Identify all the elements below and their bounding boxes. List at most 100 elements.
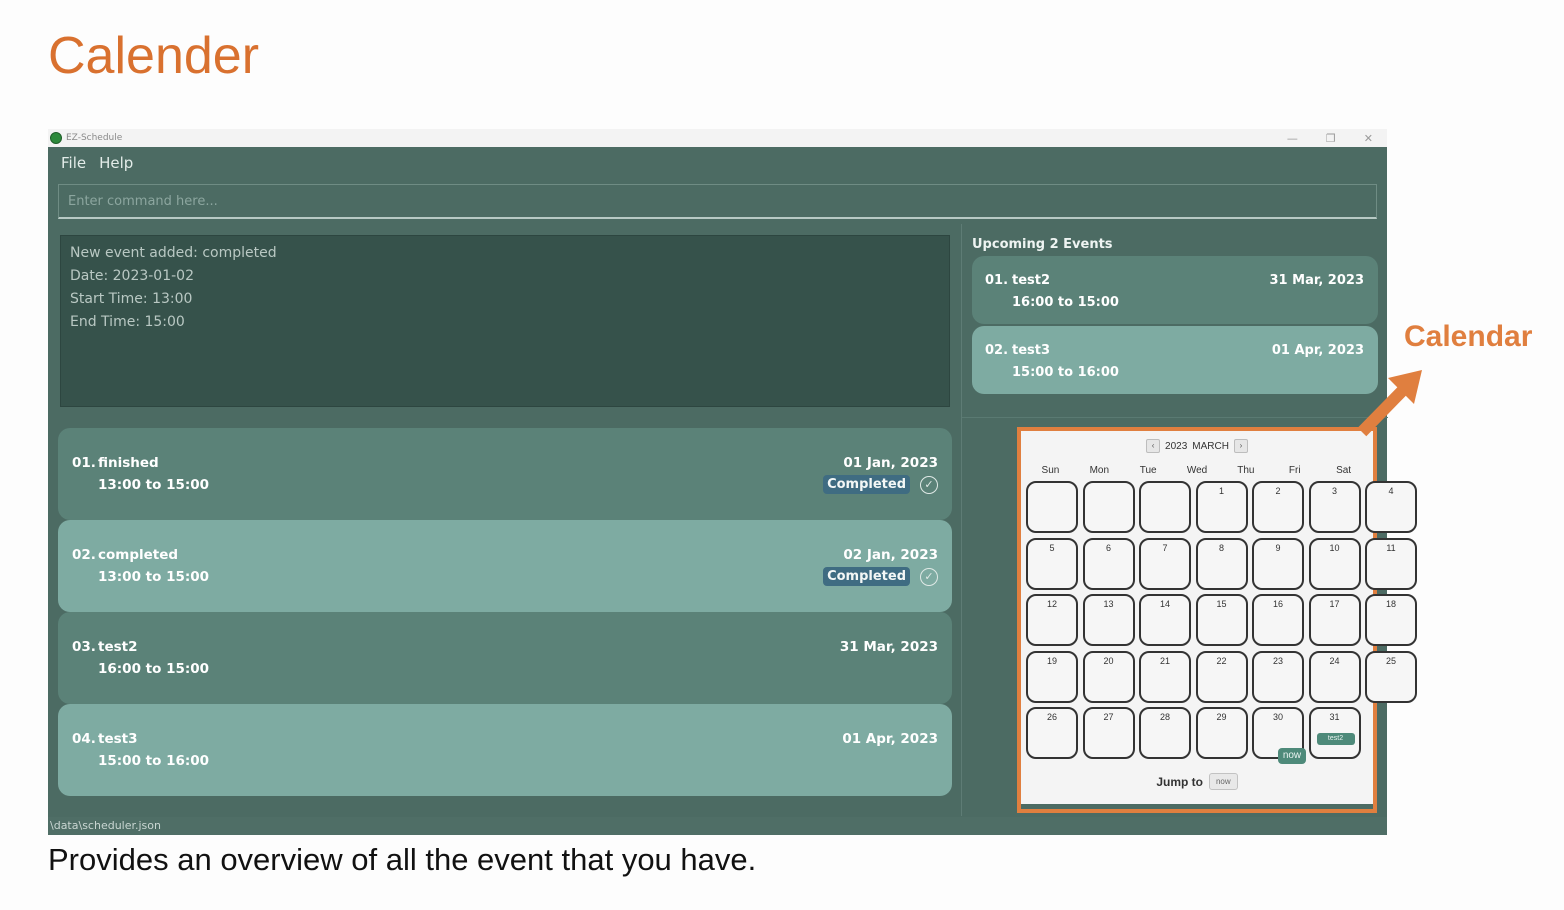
- upcoming-card[interactable]: 01. test2 16:00 to 15:00 31 Mar, 2023: [972, 256, 1378, 324]
- calendar-day-number: 21: [1159, 655, 1170, 666]
- calendar-day-cell[interactable]: 1: [1195, 481, 1248, 533]
- callout-label: Calendar: [1404, 320, 1533, 353]
- calendar-day-cell[interactable]: 14: [1139, 594, 1191, 646]
- calendar-nav: ‹ 2023 MARCH ›: [1021, 439, 1373, 453]
- event-name: finished: [98, 455, 159, 471]
- event-number: 03.: [72, 639, 96, 655]
- calendar-day-cell[interactable]: 5: [1026, 537, 1078, 590]
- upcoming-card[interactable]: 02. test3 15:00 to 16:00 01 Apr, 2023: [972, 326, 1378, 394]
- event-card[interactable]: 03. test2 16:00 to 15:00 31 Mar, 2023: [58, 612, 952, 704]
- event-card[interactable]: 04. test3 15:00 to 16:00 01 Apr, 2023: [58, 704, 952, 796]
- page-title: Calender: [48, 27, 260, 85]
- calendar-day-cell[interactable]: 24: [1308, 650, 1361, 703]
- day-name: Mon: [1089, 465, 1110, 476]
- calendar-month: MARCH: [1192, 440, 1229, 452]
- event-time: 16:00 to 15:00: [98, 661, 210, 677]
- calendar-day-number: 20: [1103, 655, 1114, 666]
- calendar-day-cell[interactable]: 6: [1082, 537, 1135, 590]
- calendar-day-cell[interactable]: 21: [1139, 650, 1191, 703]
- calendar-day-cell[interactable]: 23: [1252, 650, 1304, 703]
- jump-to-row: Jump to now: [1021, 773, 1373, 790]
- calendar-day-cell[interactable]: 28: [1139, 707, 1191, 759]
- next-month-button[interactable]: ›: [1233, 439, 1248, 453]
- calendar-day-number: 22: [1216, 655, 1227, 666]
- upcoming-name: test2: [1012, 273, 1051, 288]
- calendar-day-number: 13: [1103, 599, 1114, 609]
- event-date: 01 Apr, 2023: [842, 731, 938, 747]
- calendar-day-cell[interactable]: 8: [1195, 537, 1248, 590]
- calendar-day-cell[interactable]: 4: [1365, 481, 1417, 533]
- upcoming-title: Upcoming 2 Events: [972, 237, 1113, 252]
- calendar-event-tag[interactable]: test2: [1316, 733, 1355, 745]
- calendar-day-cell[interactable]: 15: [1195, 594, 1248, 646]
- calendar-day-cell[interactable]: 9: [1252, 537, 1304, 590]
- app-logo-icon: [50, 132, 62, 144]
- calendar-day-number: 17: [1329, 599, 1340, 609]
- today-marker: now: [1278, 748, 1306, 764]
- page-caption: Provides an overview of all the event th…: [48, 842, 757, 877]
- completed-badge: Completed: [823, 567, 910, 586]
- calendar-day-number: 10: [1329, 542, 1340, 553]
- event-time: 13:00 to 15:00: [98, 569, 210, 585]
- calendar-day-cell[interactable]: 7: [1139, 537, 1191, 590]
- calendar-day-cell[interactable]: 22: [1195, 650, 1248, 703]
- calendar-day-number: 19: [1046, 655, 1057, 666]
- calendar-day-number: 3: [1331, 486, 1337, 496]
- menu-file[interactable]: File: [61, 154, 86, 172]
- calendar-day-number: 18: [1385, 599, 1396, 609]
- minimize-icon[interactable]: —: [1287, 132, 1298, 145]
- event-card[interactable]: 01. finished 13:00 to 15:00 01 Jan, 2023…: [58, 428, 952, 520]
- result-line: Date: 2023-01-02: [70, 268, 194, 284]
- window-controls: — ❐ ✕: [1287, 129, 1373, 147]
- event-number: 04.: [72, 731, 96, 747]
- calendar-day-number: 30: [1272, 712, 1283, 722]
- event-name: test3: [98, 731, 138, 747]
- calendar-day-number: 25: [1385, 655, 1396, 666]
- menu-help[interactable]: Help: [99, 154, 133, 172]
- completed-badge: Completed: [823, 475, 910, 494]
- close-icon[interactable]: ✕: [1364, 132, 1373, 145]
- command-box: [58, 184, 1377, 219]
- day-name: Fri: [1288, 465, 1301, 476]
- calendar-day-cell[interactable]: 25: [1365, 650, 1417, 703]
- restore-icon[interactable]: ❐: [1326, 132, 1336, 145]
- event-list: 01. finished 13:00 to 15:00 01 Jan, 2023…: [58, 428, 952, 796]
- jump-now-button[interactable]: now: [1208, 773, 1238, 790]
- calendar-day-cell[interactable]: 12: [1026, 594, 1078, 646]
- calendar-day-cell[interactable]: 19: [1026, 650, 1078, 703]
- event-number: 01.: [72, 455, 96, 471]
- calendar-day-cell[interactable]: 3: [1308, 481, 1361, 533]
- calendar-day-number: 28: [1159, 712, 1170, 722]
- calendar-day-cell[interactable]: 31 test2: [1308, 707, 1361, 759]
- calendar-day-cell[interactable]: 13: [1082, 594, 1135, 646]
- upcoming-number: 02.: [985, 343, 1009, 358]
- calendar-day-number: 23: [1272, 655, 1283, 666]
- calendar-day-cell[interactable]: 16: [1252, 594, 1304, 646]
- calendar-day-cell[interactable]: 17: [1308, 594, 1361, 646]
- result-line: End Time: 15:00: [70, 314, 185, 330]
- calendar-day-number: 29: [1216, 712, 1227, 722]
- calendar-day-number: 6: [1105, 542, 1111, 553]
- calendar-day-cell[interactable]: 29: [1195, 707, 1248, 759]
- day-name: Tue: [1139, 465, 1157, 476]
- check-circle-icon: ✓: [920, 476, 938, 494]
- upcoming-date: 01 Apr, 2023: [1271, 343, 1364, 358]
- calendar-day-cell[interactable]: 10: [1308, 537, 1361, 590]
- panel-divider: [962, 417, 1388, 418]
- upcoming-time: 15:00 to 16:00: [1012, 365, 1119, 380]
- day-name: Wed: [1186, 465, 1208, 476]
- calendar-day-cell[interactable]: 30 now: [1252, 707, 1306, 764]
- calendar-day-cell[interactable]: 2: [1252, 481, 1304, 533]
- calendar-day-cell[interactable]: 26: [1026, 707, 1078, 759]
- prev-month-button[interactable]: ‹: [1146, 439, 1161, 453]
- calendar-day-number: 12: [1046, 599, 1057, 609]
- calendar-day-number: 24: [1329, 655, 1340, 666]
- calendar-day-cell[interactable]: 11: [1365, 537, 1417, 590]
- calendar-day-cell[interactable]: 27: [1082, 707, 1135, 759]
- event-card[interactable]: 02. completed 13:00 to 15:00 02 Jan, 202…: [58, 520, 952, 612]
- command-input[interactable]: [59, 185, 1376, 217]
- calendar-day-cell[interactable]: 18: [1365, 594, 1417, 646]
- calendar-day-cell[interactable]: 20: [1082, 650, 1135, 703]
- check-circle-icon: ✓: [920, 568, 938, 586]
- callout-arrow-icon: [1357, 370, 1422, 437]
